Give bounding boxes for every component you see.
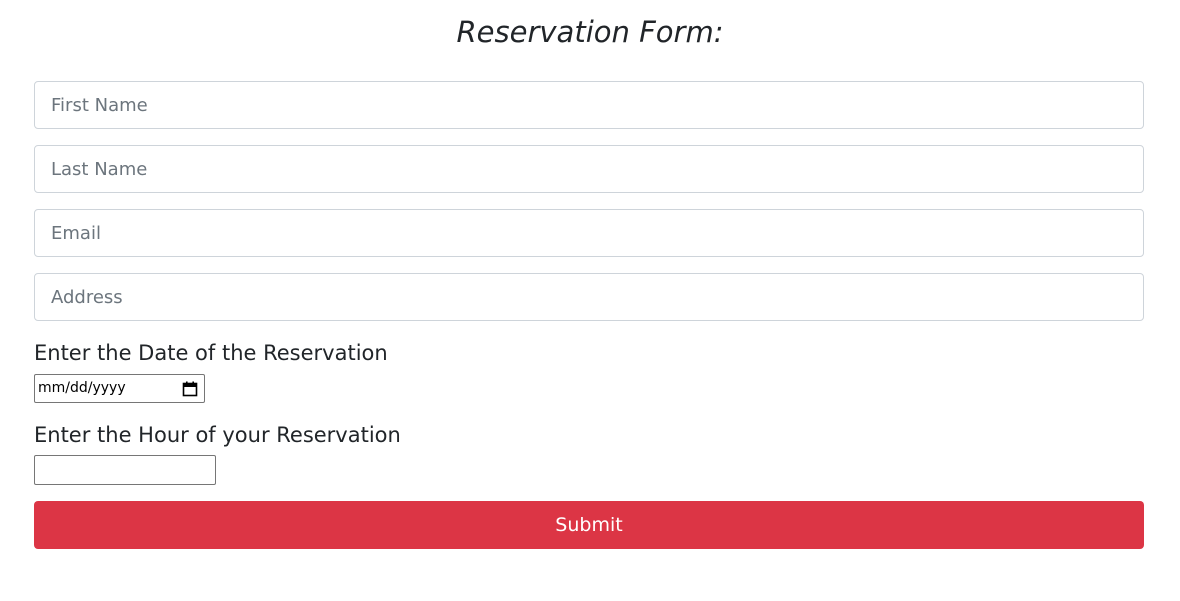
reservation-hour-input[interactable] (34, 455, 216, 485)
calendar-icon[interactable] (182, 381, 198, 397)
date-placeholder: mm/dd/yyyy (38, 380, 126, 396)
email-input[interactable] (34, 209, 1144, 257)
date-label: Enter the Date of the Reservation (34, 341, 388, 365)
submit-button[interactable]: Submit (34, 501, 1144, 549)
first-name-input[interactable] (34, 81, 1144, 129)
reservation-page: Reservation Form: Enter the Date of the … (0, 0, 1180, 601)
reservation-date-input[interactable]: mm/dd/yyyy (34, 374, 205, 403)
hour-label: Enter the Hour of your Reservation (34, 423, 401, 447)
address-input[interactable] (34, 273, 1144, 321)
page-title: Reservation Form: (456, 15, 724, 49)
last-name-input[interactable] (34, 145, 1144, 193)
